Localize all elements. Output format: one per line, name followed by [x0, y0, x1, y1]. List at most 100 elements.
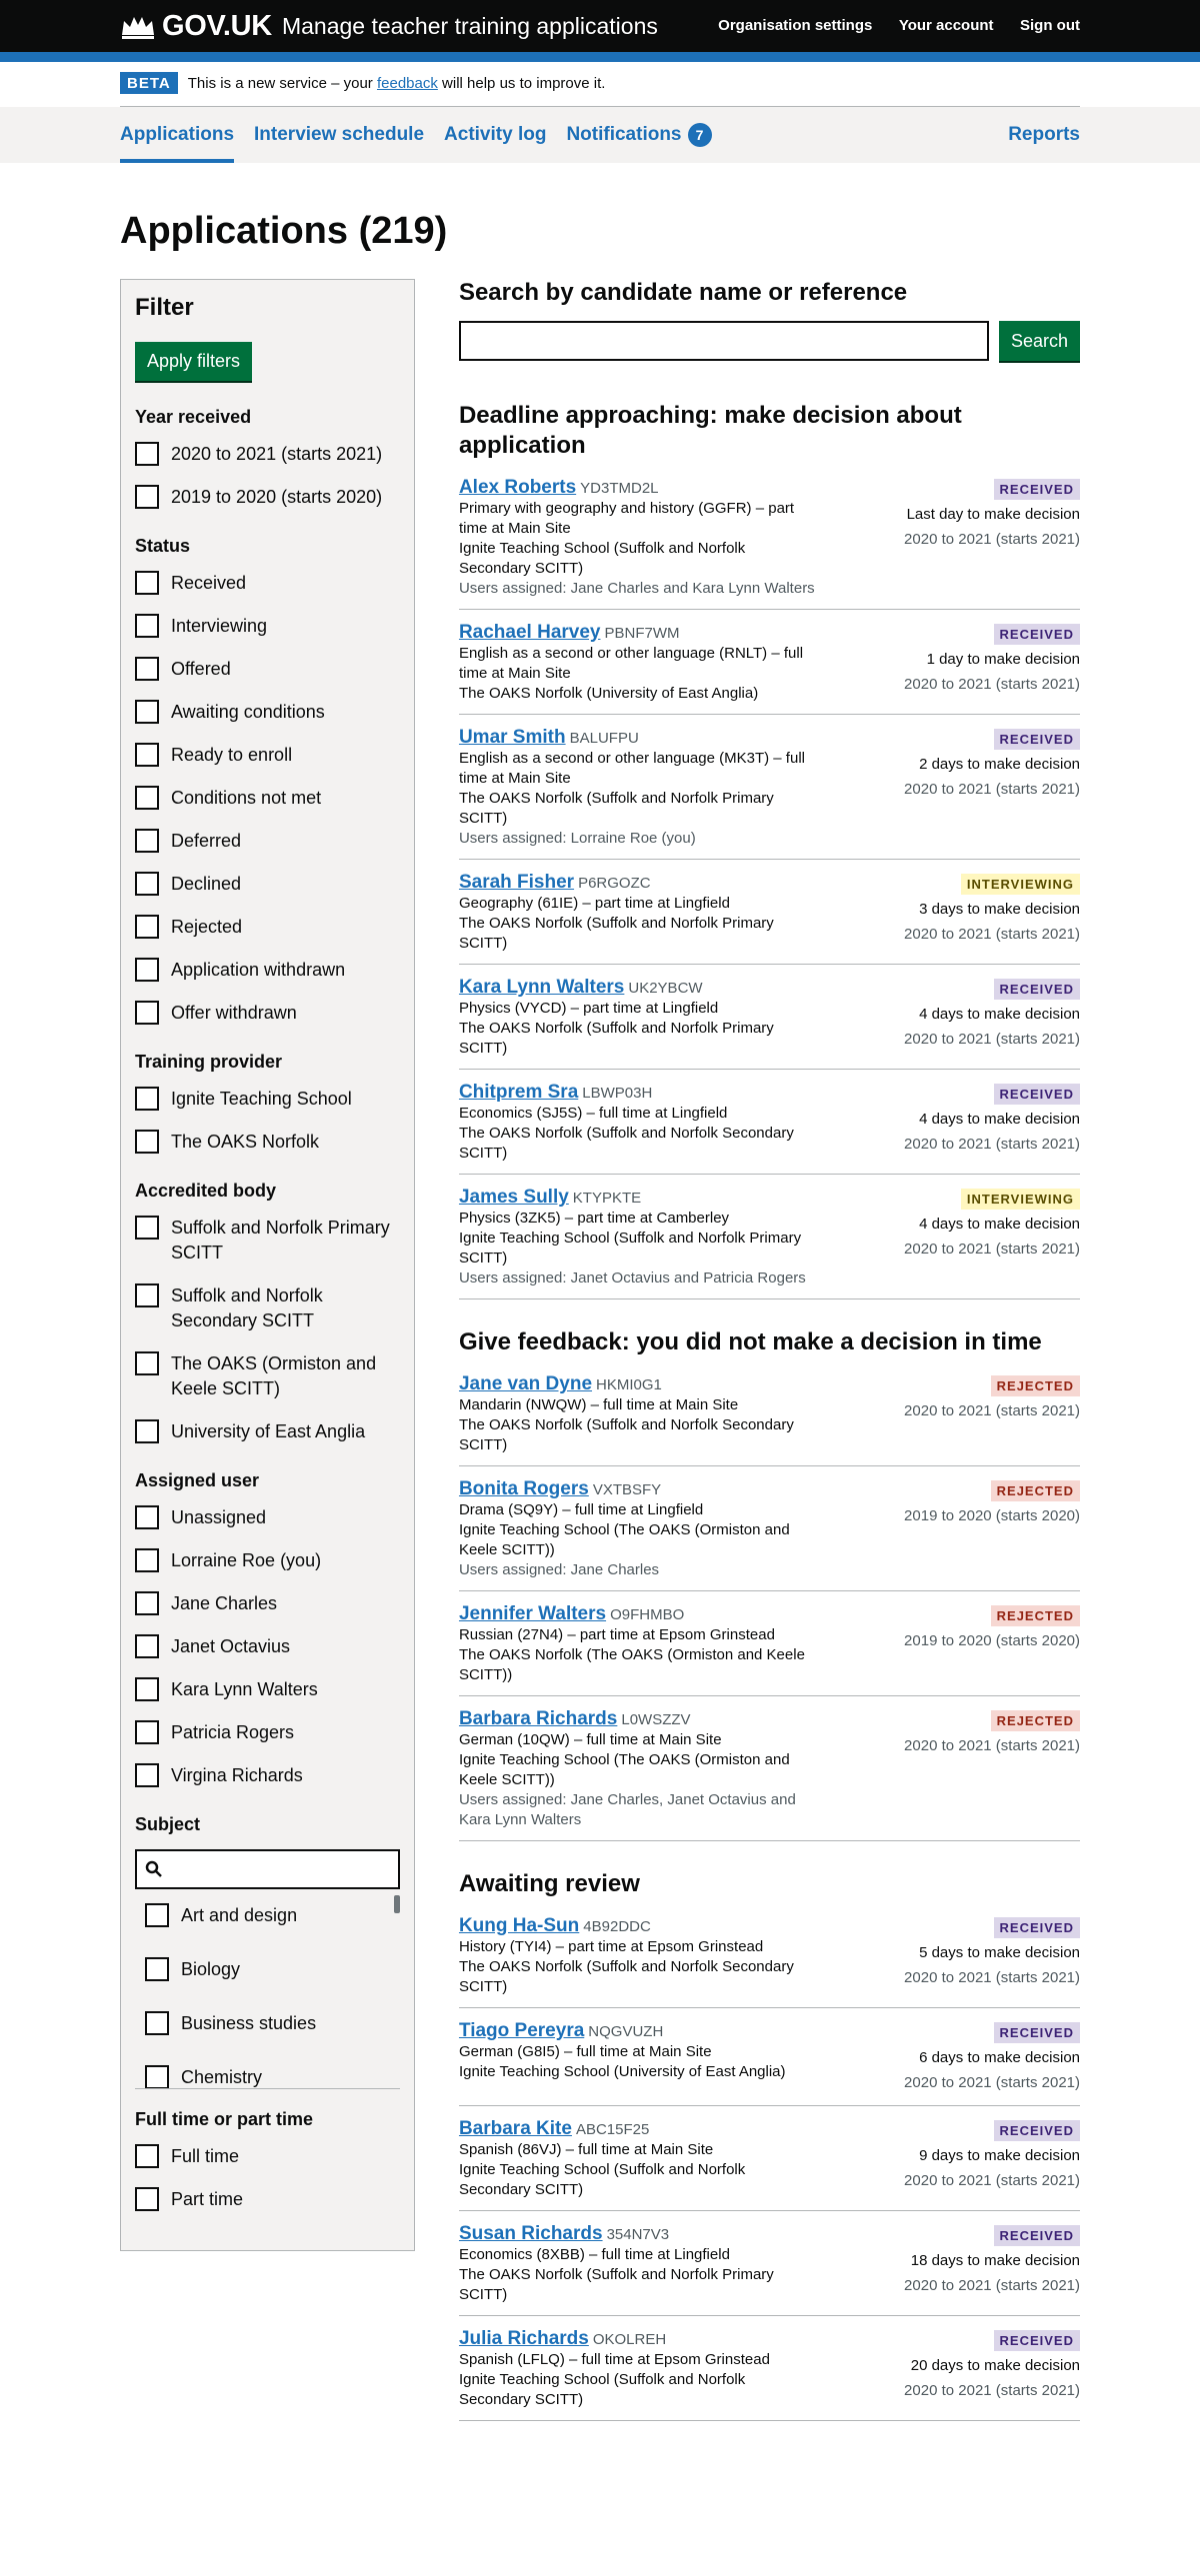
nav-interview-schedule[interactable]: Interview schedule	[254, 107, 424, 163]
checkbox-awaiting-conditions[interactable]: Awaiting conditions	[135, 700, 400, 725]
checkbox-virgina-richards[interactable]: Virgina Richards	[135, 1763, 400, 1788]
checkbox-unassigned[interactable]: Unassigned	[135, 1505, 400, 1530]
checkbox-biology[interactable]: Biology	[145, 1957, 400, 1982]
checkbox-box[interactable]	[135, 1677, 159, 1701]
checkbox-box[interactable]	[135, 2187, 159, 2211]
checkbox-box[interactable]	[145, 2065, 169, 2088]
checkbox-the-oaks-norfolk[interactable]: The OAKS Norfolk	[135, 1130, 400, 1155]
checkbox-box[interactable]	[135, 614, 159, 638]
subject-options-list[interactable]: Art and design Biology Business studies Che…	[135, 1889, 400, 2089]
checkbox-offer-withdrawn[interactable]: Offer withdrawn	[135, 1001, 400, 1026]
checkbox-ready-to-enroll[interactable]: Ready to enroll	[135, 743, 400, 768]
checkbox-jane-charles[interactable]: Jane Charles	[135, 1591, 400, 1616]
checkbox-2020-to-2021-starts-2021[interactable]: 2020 to 2021 (starts 2021)	[135, 442, 400, 467]
checkbox-box[interactable]	[135, 786, 159, 810]
checkbox-box[interactable]	[135, 485, 159, 509]
your-account-link[interactable]: Your account	[899, 17, 994, 34]
checkbox-suffolk-and-norfolk-primary-scitt[interactable]: Suffolk and Norfolk Primary SCITT	[135, 1216, 400, 1266]
checkbox-kara-lynn-walters[interactable]: Kara Lynn Walters	[135, 1677, 400, 1702]
candidate-name-link[interactable]: Sarah Fisher	[459, 872, 574, 893]
checkbox-box[interactable]	[135, 1001, 159, 1025]
checkbox-ignite-teaching-school[interactable]: Ignite Teaching School	[135, 1087, 400, 1112]
candidate-name-link[interactable]: Rachael Harvey	[459, 622, 601, 643]
checkbox-chemistry[interactable]: Chemistry	[145, 2065, 400, 2088]
apply-filters-button[interactable]: Apply filters	[135, 342, 253, 381]
checkbox-box[interactable]	[135, 829, 159, 853]
candidate-name-link[interactable]: Susan Richards	[459, 2223, 603, 2244]
candidate-name-link[interactable]: Alex Roberts	[459, 477, 576, 498]
checkbox-patricia-rogers[interactable]: Patricia Rogers	[135, 1720, 400, 1745]
candidate-name-link[interactable]: Bonita Rogers	[459, 1478, 589, 1499]
checkbox-rejected[interactable]: Rejected	[135, 915, 400, 940]
checkbox-interviewing[interactable]: Interviewing	[135, 614, 400, 639]
checkbox-box[interactable]	[135, 700, 159, 724]
checkbox-box[interactable]	[135, 872, 159, 896]
application-details: Barbara Richards L0WSZZV German (10QW) – f…	[459, 1708, 819, 1830]
candidate-name-link[interactable]: Jane van Dyne	[459, 1373, 592, 1394]
checkbox-application-withdrawn[interactable]: Application withdrawn	[135, 958, 400, 983]
candidate-name-link[interactable]: Julia Richards	[459, 2328, 589, 2349]
candidate-name-link[interactable]: Barbara Kite	[459, 2118, 572, 2139]
candidate-name-link[interactable]: Umar Smith	[459, 727, 566, 748]
govuk-logo[interactable]: GOV.UK	[162, 10, 272, 43]
checkbox-2019-to-2020-starts-2020[interactable]: 2019 to 2020 (starts 2020)	[135, 485, 400, 510]
nav-applications[interactable]: Applications	[120, 107, 235, 163]
checkbox-box[interactable]	[145, 2011, 169, 2035]
checkbox-box[interactable]	[135, 571, 159, 595]
checkbox-box[interactable]	[145, 1903, 169, 1927]
checkbox-university-of-east-anglia[interactable]: University of East Anglia	[135, 1419, 400, 1444]
checkbox-box[interactable]	[135, 1130, 159, 1154]
search-button[interactable]: Search	[998, 321, 1080, 361]
checkbox-box[interactable]	[135, 1216, 159, 1240]
checkbox-box[interactable]	[135, 1351, 159, 1375]
checkbox-part-time[interactable]: Part time	[135, 2187, 400, 2212]
checkbox-lorraine-roe-you[interactable]: Lorraine Roe (you)	[135, 1548, 400, 1573]
checkbox-janet-octavius[interactable]: Janet Octavius	[135, 1634, 400, 1659]
candidate-name-link[interactable]: Tiago Pereyra	[459, 2020, 584, 2041]
nav-notifications[interactable]: Notifications 7	[566, 107, 712, 163]
subject-scrollbar[interactable]	[393, 1895, 400, 1913]
checkbox-conditions-not-met[interactable]: Conditions not met	[135, 786, 400, 811]
checkbox-box[interactable]	[135, 1720, 159, 1744]
checkbox-box[interactable]	[145, 1957, 169, 1981]
checkbox-box[interactable]	[135, 1634, 159, 1658]
checkbox-box[interactable]	[135, 1591, 159, 1615]
candidate-name-link[interactable]: Kung Ha-Sun	[459, 1915, 579, 1936]
checkbox-box[interactable]	[135, 657, 159, 681]
status-badge-wrap: Received	[904, 2118, 1080, 2143]
recruitment-cycle: 2020 to 2021 (starts 2021)	[904, 531, 1080, 548]
nav-activity-log[interactable]: Activity log	[444, 107, 546, 163]
checkbox-box[interactable]	[135, 442, 159, 466]
checkbox-box[interactable]	[135, 743, 159, 767]
candidate-name-link[interactable]: Chitprem Sra	[459, 1082, 578, 1103]
checkbox-art-and-design[interactable]: Art and design	[145, 1903, 400, 1928]
checkbox-full-time[interactable]: Full time	[135, 2144, 400, 2169]
candidate-search-input[interactable]	[458, 321, 989, 361]
sign-out-link[interactable]: Sign out	[1020, 17, 1080, 34]
organisation-settings-link[interactable]: Organisation settings	[718, 17, 872, 34]
checkbox-box[interactable]	[135, 1505, 159, 1529]
checkbox-offered[interactable]: Offered	[135, 657, 400, 682]
service-name[interactable]: Manage teacher training applications	[282, 13, 658, 40]
checkbox-received[interactable]: Received	[135, 571, 400, 596]
checkbox-box[interactable]	[135, 2144, 159, 2168]
subject-search-input[interactable]	[135, 1849, 400, 1889]
checkbox-business-studies[interactable]: Business studies	[145, 2011, 400, 2036]
feedback-link[interactable]: feedback	[377, 75, 438, 92]
checkbox-box[interactable]	[135, 1548, 159, 1572]
checkbox-box[interactable]	[135, 958, 159, 982]
checkbox-box[interactable]	[135, 1419, 159, 1443]
nav-reports[interactable]: Reports	[1008, 107, 1080, 163]
candidate-name-link[interactable]: James Sully	[459, 1187, 569, 1208]
checkbox-declined[interactable]: Declined	[135, 872, 400, 897]
candidate-name-link[interactable]: Kara Lynn Walters	[459, 977, 624, 998]
checkbox-box[interactable]	[135, 1763, 159, 1787]
checkbox-box[interactable]	[135, 915, 159, 939]
candidate-name-link[interactable]: Jennifer Walters	[459, 1603, 606, 1624]
checkbox-box[interactable]	[135, 1284, 159, 1307]
checkbox-deferred[interactable]: Deferred	[135, 829, 400, 854]
checkbox-suffolk-and-norfolk-secondary-scitt[interactable]: Suffolk and Norfolk Secondary SCITT	[135, 1284, 400, 1333]
candidate-name-link[interactable]: Barbara Richards	[459, 1708, 617, 1729]
checkbox-box[interactable]	[135, 1087, 159, 1111]
checkbox-the-oaks-ormiston-and-keele-scitt[interactable]: The OAKS (Ormiston and Keele SCITT)	[135, 1351, 400, 1401]
